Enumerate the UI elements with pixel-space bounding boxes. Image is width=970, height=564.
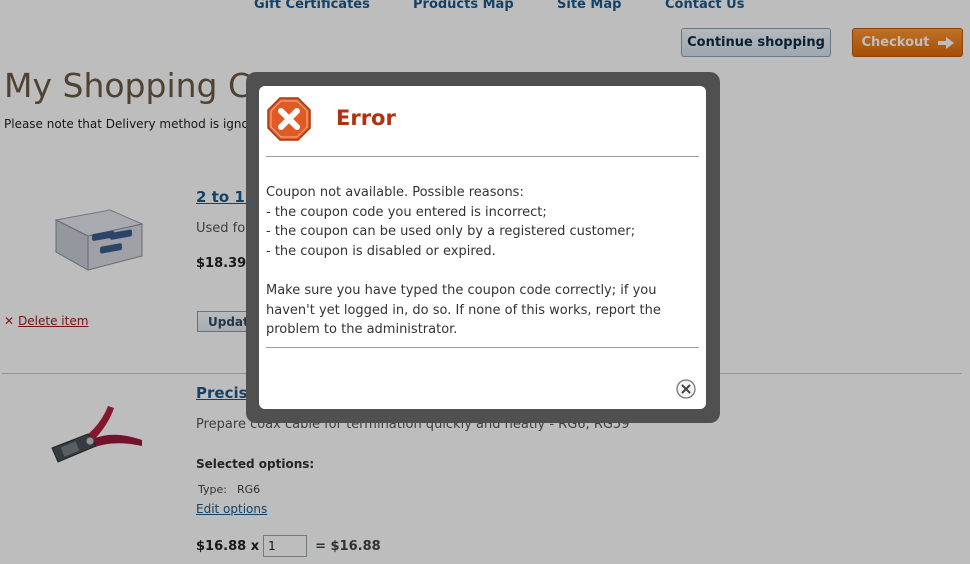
dialog-divider-bottom (266, 347, 699, 348)
dialog-message: Coupon not available. Possible reasons: … (266, 183, 699, 340)
advice-line: haven't yet logged in, do so. If none of… (266, 302, 661, 318)
error-icon (267, 97, 311, 141)
dialog-divider-top (266, 156, 699, 157)
advice-line: Make sure you have typed the coupon code… (266, 282, 657, 298)
close-icon[interactable] (676, 379, 696, 399)
message-line: - the coupon is disabled or expired. (266, 243, 496, 259)
error-dialog: Error Coupon not available. Possible rea… (259, 86, 706, 409)
message-line: - the coupon code you entered is incorre… (266, 204, 547, 220)
dialog-title: Error (336, 106, 396, 130)
message-line: Coupon not available. Possible reasons: (266, 185, 524, 200)
advice-line: problem to the administrator. (266, 322, 458, 338)
message-line: - the coupon can be used only by a regis… (266, 224, 636, 240)
